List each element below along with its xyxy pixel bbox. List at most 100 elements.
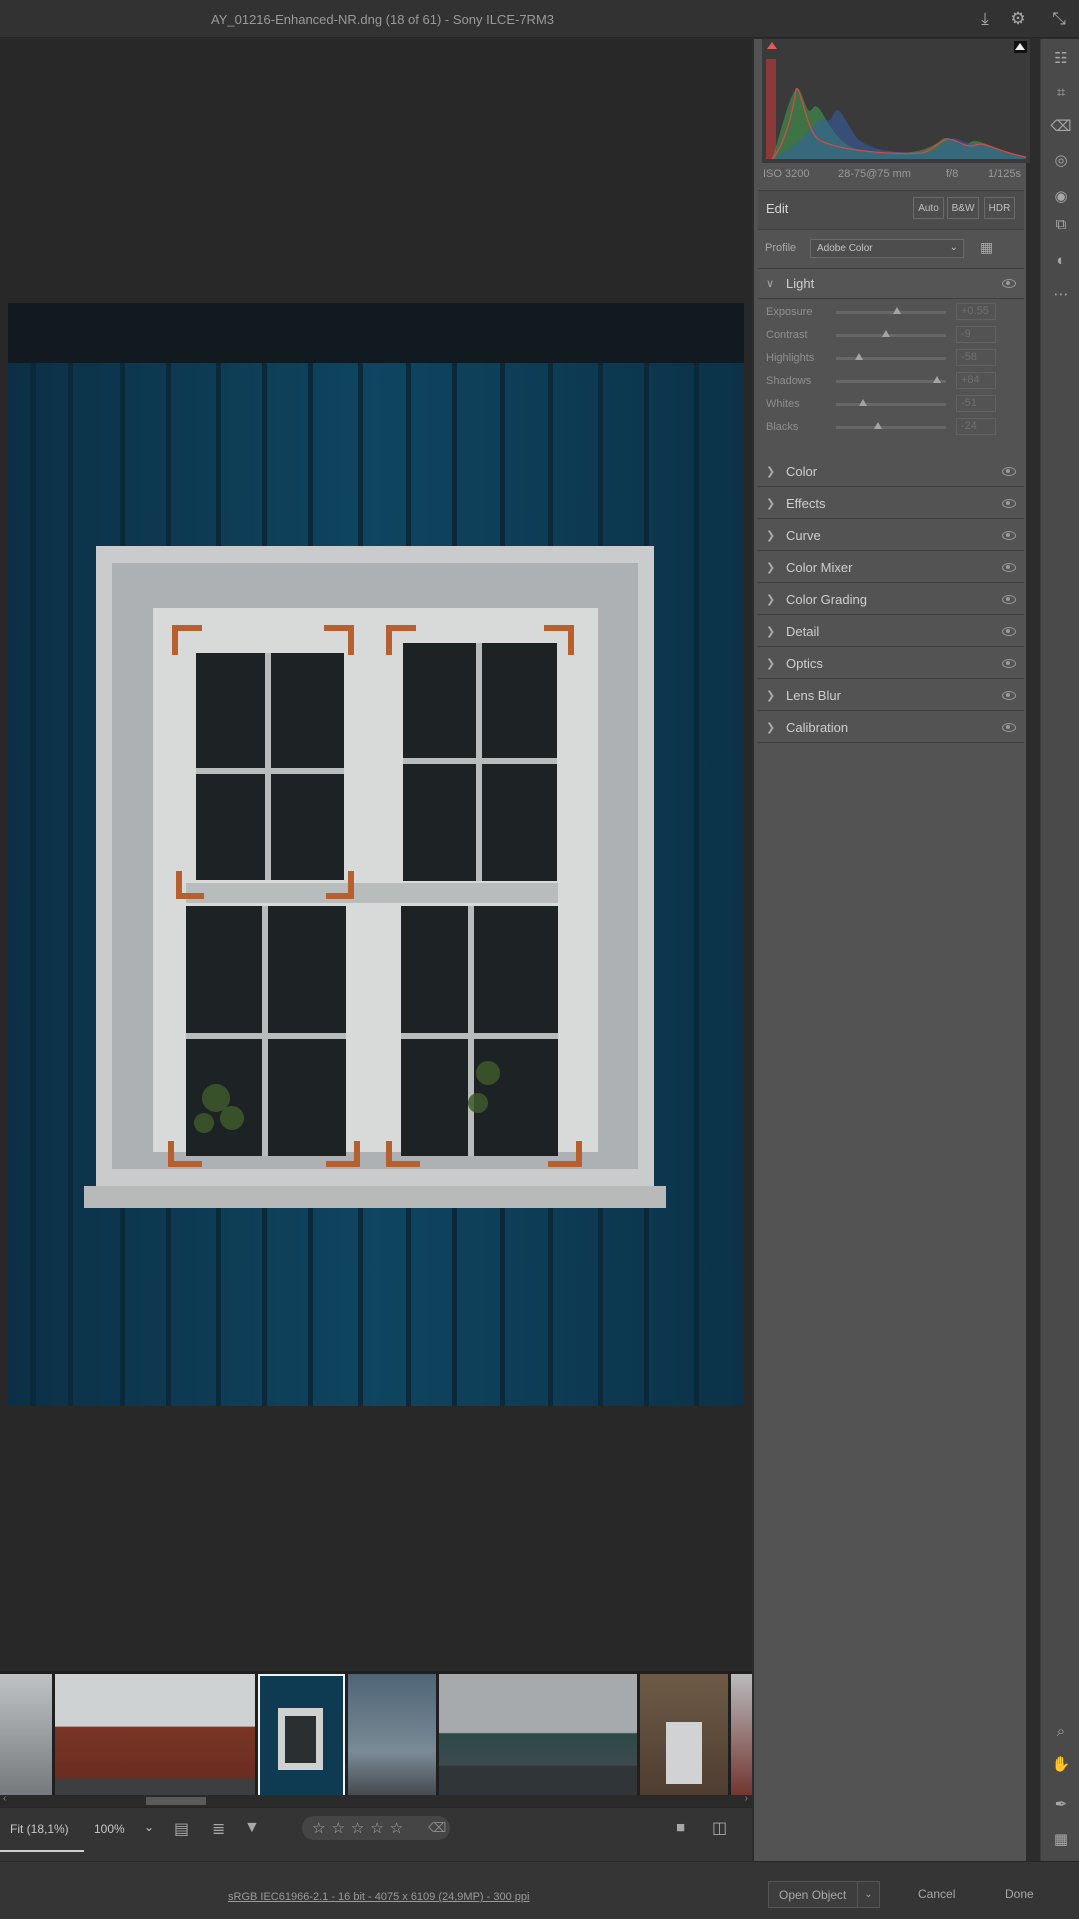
slider-thumb[interactable]: [858, 399, 867, 406]
section-detail[interactable]: ❯ Detail: [758, 616, 1024, 647]
eye-icon[interactable]: [1002, 530, 1016, 540]
slider-value-input[interactable]: -9: [956, 326, 996, 343]
eyedropper-icon[interactable]: ✒: [1050, 1793, 1072, 1815]
red-eye-icon[interactable]: ◉: [1050, 185, 1072, 207]
star-icon[interactable]: ☆☆☆☆☆: [312, 1819, 409, 1837]
photo-preview[interactable]: [8, 303, 744, 1406]
edit-sliders-icon[interactable]: ☷: [1050, 47, 1072, 69]
slider-thumb[interactable]: [933, 376, 942, 383]
trash-icon[interactable]: ⌫: [428, 1820, 446, 1836]
slider-value-input[interactable]: +84: [956, 372, 996, 389]
section-optics[interactable]: ❯ Optics: [758, 648, 1024, 679]
eye-icon[interactable]: [1002, 466, 1016, 476]
filmstrip-thumb[interactable]: [731, 1674, 752, 1804]
filmstrip-scrollbar[interactable]: ‹ ›: [0, 1793, 752, 1807]
slider-highlights[interactable]: Highlights -58: [766, 348, 1006, 371]
section-effects[interactable]: ❯ Effects: [758, 488, 1024, 519]
slider-value-input[interactable]: -24: [956, 418, 996, 435]
grid-icon[interactable]: ▦: [1050, 1828, 1072, 1850]
filmstrip-thumb[interactable]: [640, 1674, 728, 1804]
slider-track[interactable]: [836, 376, 946, 383]
scroll-left-icon[interactable]: ‹: [3, 1793, 6, 1804]
more-icon[interactable]: ⋯: [1050, 283, 1072, 305]
filmstrip-thumb[interactable]: [0, 1674, 52, 1804]
gear-icon[interactable]: ⚙: [1007, 8, 1029, 30]
slider-track[interactable]: [836, 399, 946, 406]
bw-button[interactable]: B&W: [947, 197, 979, 219]
sort-icon[interactable]: ≣: [212, 1819, 225, 1839]
eraser-icon[interactable]: ⌫: [1050, 115, 1072, 137]
eye-icon[interactable]: [1002, 722, 1016, 732]
slider-track[interactable]: [836, 353, 946, 360]
slider-label: Blacks: [766, 421, 799, 433]
scroll-right-icon[interactable]: ›: [745, 1793, 748, 1804]
section-light[interactable]: ∨ Light: [758, 268, 1024, 299]
single-view-icon[interactable]: ■: [676, 1819, 685, 1836]
section-curve[interactable]: ❯ Curve: [758, 520, 1024, 551]
filmstrip-thumb[interactable]: [55, 1674, 255, 1804]
slider-blacks[interactable]: Blacks -24: [766, 417, 1006, 440]
slider-track[interactable]: [836, 330, 946, 337]
slider-thumb[interactable]: [855, 353, 864, 360]
section-lens-blur[interactable]: ❯ Lens Blur: [758, 680, 1024, 711]
done-button[interactable]: Done: [1005, 1887, 1034, 1901]
presets-icon[interactable]: ◐: [1050, 249, 1072, 271]
zoom-100-button[interactable]: 100%: [94, 1822, 125, 1836]
chevron-down-icon[interactable]: ⌄: [857, 1882, 879, 1907]
slider-track[interactable]: [836, 422, 946, 429]
slider-value-input[interactable]: -58: [956, 349, 996, 366]
zoom-fit-button[interactable]: Fit (18,1%): [0, 1808, 84, 1852]
slider-shadows[interactable]: Shadows +84: [766, 371, 1006, 394]
eye-icon[interactable]: [1002, 626, 1016, 636]
filmstrip-thumb[interactable]: [348, 1674, 436, 1804]
section-light-label: Light: [786, 276, 815, 291]
eye-icon[interactable]: [1002, 594, 1016, 604]
section-label: Optics: [786, 655, 823, 671]
window-title: AY_01216-Enhanced-NR.dng (18 of 61) - So…: [211, 12, 555, 27]
filmstrip-thumb-selected[interactable]: [258, 1674, 345, 1804]
slider-thumb[interactable]: [892, 307, 901, 314]
auto-button[interactable]: Auto: [913, 197, 944, 219]
slider-exposure[interactable]: Exposure +0.55: [766, 302, 1006, 325]
slider-label: Highlights: [766, 352, 815, 364]
slider-thumb[interactable]: [882, 330, 891, 337]
filmstrip-thumb[interactable]: [439, 1674, 637, 1804]
collapse-icon[interactable]: ⤡: [1048, 8, 1070, 30]
zoom-icon[interactable]: ⌕: [1050, 1720, 1072, 1742]
slider-whites[interactable]: Whites -51: [766, 394, 1006, 417]
chevron-right-icon: ❯: [766, 465, 776, 478]
eye-icon[interactable]: [1002, 562, 1016, 572]
rating-stars: ☆☆☆☆☆ ⌫: [302, 1816, 450, 1840]
snapshots-icon[interactable]: ⧉: [1050, 213, 1072, 235]
eye-icon[interactable]: [1002, 690, 1016, 700]
crop-icon[interactable]: ⌗: [1050, 81, 1072, 103]
slider-value-input[interactable]: +0.55: [956, 303, 996, 320]
section-color-grading[interactable]: ❯ Color Grading: [758, 584, 1024, 615]
window-photo-graphic: [8, 303, 744, 1406]
edit-title: Edit: [766, 201, 789, 216]
chevron-down-icon[interactable]: ⌄: [144, 1820, 154, 1834]
slider-contrast[interactable]: Contrast -9: [766, 325, 1006, 348]
section-color-mixer[interactable]: ❯ Color Mixer: [758, 552, 1024, 583]
open-object-button[interactable]: Open Object ⌄: [768, 1881, 880, 1908]
section-calibration[interactable]: ❯ Calibration: [758, 712, 1024, 743]
eye-icon[interactable]: [1002, 279, 1016, 288]
chevron-down-icon: ∨: [766, 278, 775, 290]
mask-icon[interactable]: ◎: [1050, 149, 1072, 171]
eye-icon[interactable]: [1002, 658, 1016, 668]
slider-thumb[interactable]: [873, 422, 882, 429]
filmstrip-toggle-icon[interactable]: ▤: [174, 1819, 189, 1839]
before-after-icon[interactable]: ◫: [712, 1818, 727, 1838]
eye-icon[interactable]: [1002, 498, 1016, 508]
hand-icon[interactable]: ✋: [1050, 1753, 1072, 1775]
filter-icon[interactable]: ▼: [244, 1819, 260, 1837]
save-image-icon[interactable]: ⤓: [974, 8, 996, 30]
slider-value-input[interactable]: -51: [956, 395, 996, 412]
file-info-link[interactable]: sRGB IEC61966-2.1 - 16 bit - 4075 x 6109…: [228, 1891, 529, 1903]
profile-dropdown[interactable]: Adobe Color ⌄: [810, 239, 964, 258]
hdr-button[interactable]: HDR: [984, 197, 1015, 219]
slider-track[interactable]: [836, 307, 946, 314]
cancel-button[interactable]: Cancel: [918, 1887, 955, 1901]
profile-browser-icon[interactable]: ▦: [980, 239, 998, 257]
section-color[interactable]: ❯ Color: [758, 456, 1024, 487]
